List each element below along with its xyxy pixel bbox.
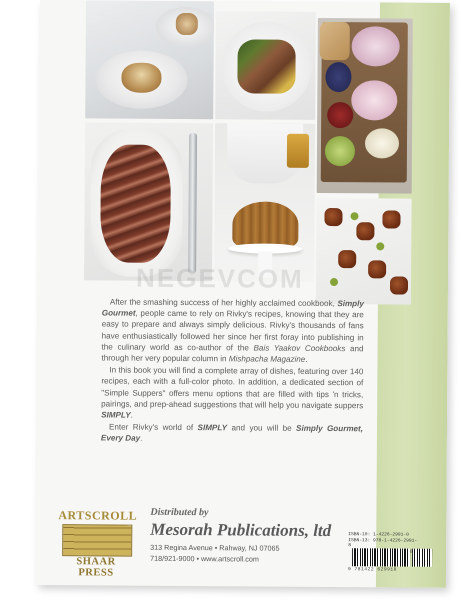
photo-sliced-roast xyxy=(84,122,214,282)
dip-bowl xyxy=(351,26,400,67)
magazine-title: Mishpacha Magazine xyxy=(228,354,306,364)
distributed-by-label: Distributed by xyxy=(150,506,209,519)
wall-icon xyxy=(62,524,133,557)
watermark: NEGEVCOM xyxy=(135,262,304,294)
publisher-logo-bottom: SHAAR PRESS xyxy=(76,556,116,579)
jar xyxy=(286,133,310,168)
book-back-cover: NEGEVCOM After the smashing success of h… xyxy=(35,0,450,588)
blurb-paragraph: After the smashing success of her highly… xyxy=(101,297,364,364)
food xyxy=(100,144,171,263)
distributor-name: Mesorah Publications, ltd xyxy=(150,519,332,541)
price-barcode xyxy=(412,548,433,567)
bundt-cake xyxy=(232,201,299,248)
blurb-paragraph: Enter Rivky's world of SIMPLY and you wi… xyxy=(100,422,364,444)
knife xyxy=(188,133,198,274)
barcode xyxy=(352,548,411,567)
blurb-paragraph: In this book you will find a complete ar… xyxy=(101,365,364,420)
dip-bowl xyxy=(351,80,398,121)
publisher-logo-top: ARTSCROLL xyxy=(58,508,138,523)
food xyxy=(175,12,198,36)
food xyxy=(368,260,387,279)
dip-bowl xyxy=(325,61,352,93)
dip-bowl xyxy=(324,135,356,167)
food xyxy=(382,210,401,229)
photo-bundt-cake xyxy=(214,123,316,282)
publisher-logo: ARTSCROLL SHAAR PRESS xyxy=(58,508,138,579)
distributor-address: 313 Regina Avenue • Rahway, NJ 07065 xyxy=(150,542,280,553)
photo-plated-roast xyxy=(85,0,214,120)
dip-bowl xyxy=(327,102,354,129)
garnish xyxy=(350,212,359,221)
food xyxy=(356,222,375,241)
dip-bowl xyxy=(364,128,400,159)
garnish xyxy=(376,242,385,251)
series-title: Bais Yaakov Cookbooks xyxy=(253,343,346,353)
photo-dips-platter xyxy=(316,17,413,194)
food xyxy=(324,207,343,227)
food xyxy=(237,39,296,94)
photo-grilled-vegetables xyxy=(215,11,316,120)
distributor-info: Distributed by Mesorah Publications, ltd… xyxy=(150,506,332,564)
barcode-number: 9 781422 629918 xyxy=(348,567,397,573)
back-cover-blurb: After the smashing success of her highly… xyxy=(101,296,364,446)
food xyxy=(121,62,162,93)
food xyxy=(389,276,409,295)
food xyxy=(319,21,350,61)
distributor-phone: 718/921-9000 • www.artscroll.com xyxy=(150,553,259,564)
